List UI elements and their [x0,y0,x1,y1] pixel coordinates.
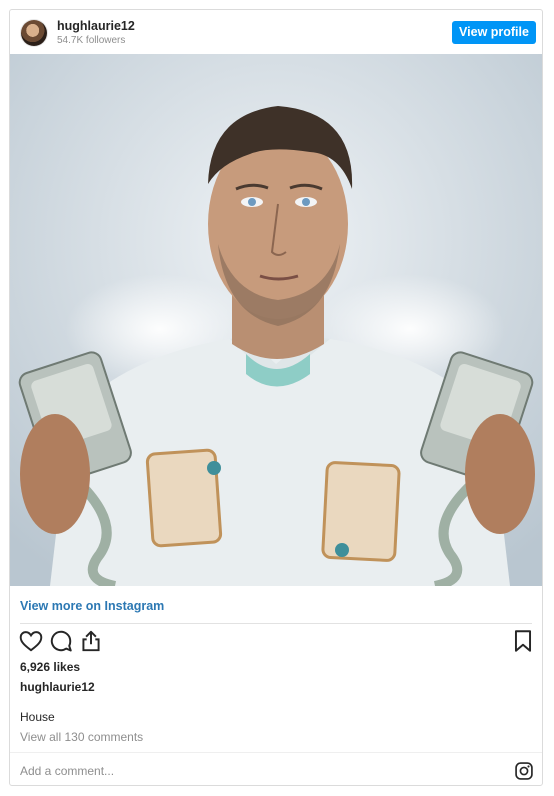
instagram-icon[interactable] [514,761,534,781]
like-count[interactable]: 6,926 likes [20,660,80,674]
comment-icon[interactable] [48,628,74,654]
username[interactable]: hughlaurie12 [57,19,135,33]
post-actions-bar [16,628,536,654]
bookmark-icon[interactable] [510,628,536,654]
view-profile-button[interactable]: View profile [452,21,536,44]
avatar[interactable] [21,20,47,46]
follower-count: 54.7K followers [57,35,126,46]
add-comment-input[interactable] [18,760,482,782]
view-all-comments-link[interactable]: View all 130 comments [20,730,143,744]
heart-icon[interactable] [18,628,44,654]
divider [10,752,542,753]
instagram-embed-card: hughlaurie12 54.7K followers View profil… [9,9,543,786]
post-photo-illustration [10,54,542,586]
view-more-on-instagram-link[interactable]: View more on Instagram [20,599,164,613]
post-caption: House [20,710,55,724]
post-header: hughlaurie12 54.7K followers View profil… [10,10,542,54]
post-image[interactable] [10,54,542,586]
caption-username[interactable]: hughlaurie12 [20,680,95,694]
share-icon[interactable] [78,628,104,654]
divider [20,623,532,624]
